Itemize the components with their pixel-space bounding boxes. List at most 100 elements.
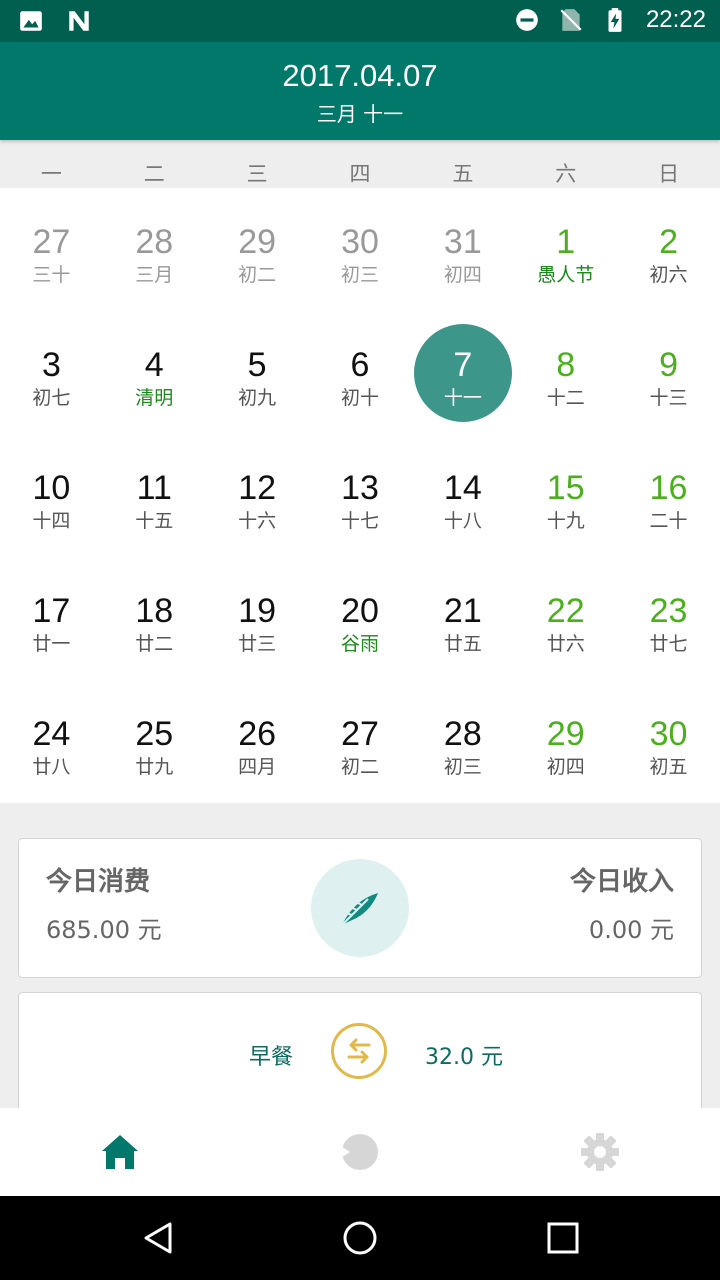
lunar-day: 三月 — [135, 264, 174, 286]
selected-date[interactable]: 2017.04.07 — [0, 42, 720, 94]
day-number: 22 — [546, 592, 585, 630]
calendar-day[interactable]: 4 清明 — [103, 311, 206, 434]
calendar-day[interactable]: 13 十七 — [309, 434, 412, 557]
calendar-day[interactable]: 20 谷雨 — [309, 557, 412, 680]
lunar-day: 十五 — [135, 510, 174, 532]
day-number: 27 — [32, 223, 71, 261]
day-number: 18 — [135, 592, 174, 630]
calendar-day[interactable]: 3 初七 — [0, 311, 103, 434]
calendar-day-selected[interactable]: 7 十一 — [411, 311, 514, 434]
record-item[interactable]: 早餐 32.0 元 — [18, 992, 702, 1122]
lunar-day: 廿九 — [135, 756, 174, 778]
home-nav-icon[interactable] — [342, 1220, 378, 1256]
calendar-day[interactable]: 26 四月 — [206, 680, 309, 803]
day-number: 10 — [32, 469, 71, 507]
lunar-day: 廿一 — [32, 633, 71, 655]
day-number: 12 — [238, 469, 277, 507]
expense-value: 685.00 元 — [46, 916, 162, 944]
lunar-day: 廿五 — [443, 633, 482, 655]
gear-icon — [581, 1133, 619, 1171]
dnd-icon — [516, 9, 538, 31]
calendar-day[interactable]: 22 廿六 — [514, 557, 617, 680]
calendar-day[interactable]: 25 廿九 — [103, 680, 206, 803]
calendar-day[interactable]: 16 二十 — [617, 434, 720, 557]
status-bar: 22:22 — [0, 0, 720, 42]
lunar-day: 十三 — [649, 387, 688, 409]
calendar-day[interactable]: 2 初六 — [617, 188, 720, 311]
lunar-day: 谷雨 — [340, 633, 379, 655]
lunar-day: 廿三 — [238, 633, 277, 655]
calendar-day[interactable]: 21 廿五 — [411, 557, 514, 680]
day-number: 21 — [443, 592, 482, 630]
calendar-day[interactable]: 14 十八 — [411, 434, 514, 557]
lunar-day: 初二 — [340, 756, 379, 778]
weekday-label: 二 — [143, 162, 165, 186]
lunar-day: 十六 — [238, 510, 277, 532]
calendar-day[interactable]: 6 初十 — [309, 311, 412, 434]
clock: 22:22 — [645, 6, 706, 33]
daily-summary-card: 今日消费 685.00 元 今日收入 0.00 元 — [18, 838, 702, 978]
lunar-day: 廿八 — [32, 756, 71, 778]
day-number: 30 — [649, 715, 688, 753]
calendar-day[interactable]: 19 廿三 — [206, 557, 309, 680]
lunar-day: 十四 — [32, 510, 71, 532]
tab-home[interactable] — [98, 1130, 142, 1174]
home-icon — [102, 1135, 138, 1169]
calendar-day[interactable]: 15 十九 — [514, 434, 617, 557]
weekday-label: 日 — [658, 162, 680, 186]
tab-chart[interactable] — [338, 1130, 382, 1174]
calendar-day[interactable]: 29 初四 — [514, 680, 617, 803]
calendar-day[interactable]: 24 廿八 — [0, 680, 103, 803]
calendar-day[interactable]: 18 廿二 — [103, 557, 206, 680]
day-number: 28 — [135, 223, 174, 261]
lunar-day: 初七 — [32, 387, 71, 409]
income-value: 0.00 元 — [588, 916, 674, 944]
calendar-grid: 27 三十 28 三月 29 初二 30 初三 31 初四 1 愚人节 2 初六 3 初七 4 清明 5 初九 6 初十 7… — [0, 188, 720, 803]
calendar-day[interactable]: 5 初九 — [206, 311, 309, 434]
record-amount: 32.0 元 — [425, 1045, 503, 1070]
calendar-day[interactable]: 17 廿一 — [0, 557, 103, 680]
weekday-label: 五 — [452, 162, 474, 186]
day-number: 3 — [41, 346, 61, 384]
day-number: 16 — [649, 469, 688, 507]
calendar-day[interactable]: 10 十四 — [0, 434, 103, 557]
day-number: 9 — [659, 346, 679, 384]
calendar-day[interactable]: 28 三月 — [103, 188, 206, 311]
day-number: 28 — [443, 715, 482, 753]
calendar-day[interactable]: 27 三十 — [0, 188, 103, 311]
calendar-day[interactable]: 27 初二 — [309, 680, 412, 803]
day-number: 19 — [238, 592, 277, 630]
calendar-day[interactable]: 28 初三 — [411, 680, 514, 803]
day-number: 2 — [659, 223, 679, 261]
day-number: 29 — [238, 223, 277, 261]
calendar-day[interactable]: 23 廿七 — [617, 557, 720, 680]
calendar-day[interactable]: 9 十三 — [617, 311, 720, 434]
calendar-day[interactable]: 8 十二 — [514, 311, 617, 434]
lunar-day: 初九 — [238, 387, 277, 409]
expense-label: 今日消费 — [46, 867, 151, 897]
day-number: 31 — [443, 223, 482, 261]
tab-settings[interactable] — [578, 1130, 622, 1174]
day-number: 20 — [341, 592, 379, 630]
back-icon[interactable] — [140, 1220, 176, 1256]
lunar-day: 初四 — [443, 264, 482, 286]
weekday-label: 一 — [40, 162, 62, 186]
day-number: 5 — [247, 346, 267, 384]
battery-charging-icon — [608, 8, 622, 32]
income-label: 今日收入 — [569, 867, 674, 897]
lunar-date: 三月 十一 — [316, 102, 404, 126]
calendar-day[interactable]: 12 十六 — [206, 434, 309, 557]
day-number: 29 — [546, 715, 585, 753]
recents-icon[interactable] — [545, 1220, 581, 1256]
calendar-day[interactable]: 1 愚人节 — [514, 188, 617, 311]
calendar-day[interactable]: 11 十五 — [103, 434, 206, 557]
day-number: 8 — [556, 346, 576, 384]
calendar-day[interactable]: 30 初五 — [617, 680, 720, 803]
lunar-day: 廿二 — [135, 633, 174, 655]
lunar-day: 十九 — [546, 510, 585, 532]
calendar-day[interactable]: 29 初二 — [206, 188, 309, 311]
lunar-day: 二十 — [649, 510, 688, 532]
calendar-day[interactable]: 30 初三 — [309, 188, 412, 311]
add-record-button[interactable] — [311, 859, 409, 957]
calendar-day[interactable]: 31 初四 — [411, 188, 514, 311]
